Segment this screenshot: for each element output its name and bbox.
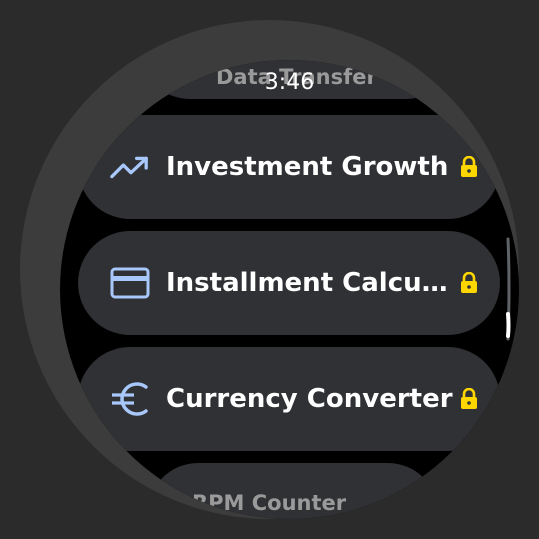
lock-icon <box>460 271 478 294</box>
list-item-currency-converter[interactable]: Currency Converter <box>78 347 500 451</box>
scrollbar[interactable] <box>505 236 511 342</box>
item-label: Currency Converter <box>166 384 453 414</box>
euro-icon <box>110 379 150 419</box>
watch-screen: Data Transfer 3:46 Investment Growth Ins… <box>60 60 519 519</box>
item-label: Installment Calcu… <box>166 268 448 298</box>
clock-time: 3:46 <box>264 70 315 95</box>
credit-card-icon <box>110 263 150 303</box>
list-item-investment-growth[interactable]: Investment Growth <box>78 115 500 219</box>
list-item-rpm-counter[interactable]: RPM Counter <box>148 463 438 519</box>
lock-icon <box>460 387 478 410</box>
item-label: Investment Growth <box>166 152 449 182</box>
item-label: RPM Counter <box>192 491 347 515</box>
lock-icon <box>460 155 478 178</box>
trending-up-icon <box>110 147 150 187</box>
watch-bezel: Data Transfer 3:46 Investment Growth Ins… <box>20 20 519 519</box>
list-item-installment-calculator[interactable]: Installment Calcu… <box>78 231 500 335</box>
